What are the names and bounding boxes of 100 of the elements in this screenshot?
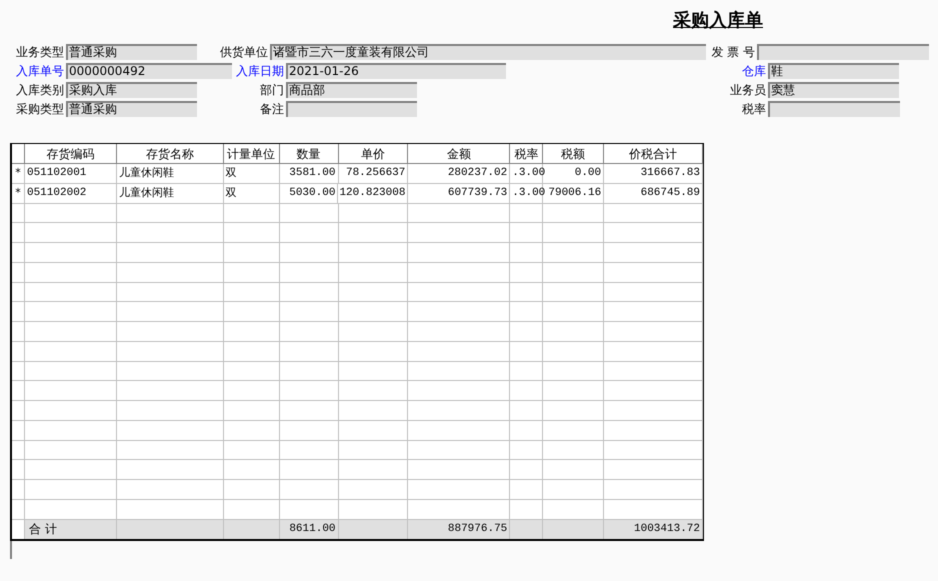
table-cell xyxy=(510,282,544,302)
table-cell xyxy=(543,440,604,460)
table-cell xyxy=(338,204,408,224)
table-cell xyxy=(338,401,408,421)
table-cell xyxy=(543,480,604,500)
table-cell: .3.00 xyxy=(510,164,544,184)
table-cell xyxy=(510,243,544,263)
table-cell: 316667.83 xyxy=(604,164,703,184)
table-cell xyxy=(224,440,280,460)
row-header-cell xyxy=(12,342,25,362)
column-header[interactable]: 税额 xyxy=(543,144,604,164)
text-field[interactable] xyxy=(768,101,900,117)
text-field[interactable]: 采购入库 xyxy=(66,82,197,98)
field-label: 发 票 号 xyxy=(710,44,756,61)
table-cell: 78.256637 xyxy=(338,164,408,184)
row-header-cell xyxy=(12,420,25,440)
text-field[interactable]: 普通采购 xyxy=(66,101,197,117)
table-cell xyxy=(338,440,408,460)
document-title: 采购入库单 xyxy=(673,9,763,33)
table-cell: 051102001 xyxy=(24,164,117,184)
row-header-cell xyxy=(12,401,25,421)
table-cell: 0.00 xyxy=(543,164,604,184)
table-cell xyxy=(280,322,339,342)
table-cell xyxy=(543,302,604,322)
table-cell xyxy=(543,243,604,263)
text-field[interactable]: 普通采购 xyxy=(66,44,197,60)
table-cell xyxy=(224,362,280,382)
text-field[interactable]: 鞋 xyxy=(768,63,899,79)
table-cell xyxy=(280,282,339,302)
total-cell: 1003413.72 xyxy=(604,520,704,538)
table-cell xyxy=(510,262,544,282)
field-label: 部门 xyxy=(259,82,285,99)
table-cell xyxy=(224,420,280,440)
table-cell: 儿童休闲鞋 xyxy=(116,184,224,204)
table-cell xyxy=(543,381,604,401)
table-cell: 5030.00 xyxy=(280,184,338,204)
table-cell xyxy=(224,262,280,282)
table-cell xyxy=(224,223,280,243)
table-cell xyxy=(543,342,604,362)
table-cell xyxy=(510,322,544,342)
row-header-cell xyxy=(12,223,25,243)
table-cell xyxy=(280,243,339,263)
column-header[interactable]: 金额 xyxy=(408,144,510,164)
table-cell: 280237.02 xyxy=(408,164,510,184)
text-field[interactable]: 诸暨市三六一度童装有限公司 xyxy=(270,44,706,60)
column-header[interactable]: 存货编码 xyxy=(24,144,117,164)
row-header-cell xyxy=(12,381,25,401)
table-cell xyxy=(338,460,408,480)
table-cell xyxy=(280,420,339,440)
table-cell: 120.823008 xyxy=(338,184,408,204)
table-cell xyxy=(510,460,544,480)
text-field[interactable] xyxy=(757,44,929,60)
field-label: 业务员 xyxy=(729,82,767,99)
table-cell xyxy=(224,401,280,421)
table-cell: 儿童休闲鞋 xyxy=(116,164,224,184)
field-label: 税率 xyxy=(741,101,767,118)
table-cell: .3.00 xyxy=(510,184,544,204)
field-label: 入库日期 xyxy=(235,63,285,80)
column-header[interactable]: 存货名称 xyxy=(116,144,224,164)
field-label: 备注 xyxy=(259,101,285,118)
text-field[interactable]: 窦慧 xyxy=(768,82,899,98)
table-cell xyxy=(338,420,408,440)
table-cell xyxy=(224,282,280,302)
table-cell xyxy=(543,362,604,382)
column-header[interactable]: 价税合计 xyxy=(604,144,704,164)
table-cell xyxy=(510,381,544,401)
text-field[interactable]: 2021-01-26 xyxy=(286,63,506,79)
table-cell xyxy=(543,262,604,282)
table-cell xyxy=(338,381,408,401)
table-cell xyxy=(280,480,339,500)
table-cell xyxy=(338,262,408,282)
column-header[interactable]: 计量单位 xyxy=(224,144,280,164)
table-cell: 双 xyxy=(224,184,280,204)
table-cell xyxy=(280,204,339,224)
table-cell xyxy=(543,401,604,421)
table-cell xyxy=(338,362,408,382)
column-header[interactable]: 单价 xyxy=(338,144,408,164)
table-cell xyxy=(338,302,408,322)
row-header-cell xyxy=(12,362,25,382)
field-label: 供货单位 xyxy=(219,44,269,61)
field-label: 入库单号 xyxy=(15,63,65,80)
table-cell xyxy=(224,480,280,500)
table-cell xyxy=(543,420,604,440)
column-header[interactable]: 税率 xyxy=(510,144,544,164)
table-cell xyxy=(510,302,544,322)
table-cell xyxy=(543,282,604,302)
column-header[interactable]: 数量 xyxy=(280,144,339,164)
text-field[interactable]: 商品部 xyxy=(286,82,417,98)
table-cell xyxy=(224,204,280,224)
total-label: 合 计 xyxy=(24,520,117,538)
table-cell xyxy=(543,322,604,342)
text-field[interactable] xyxy=(286,101,417,117)
field-label: 业务类型 xyxy=(15,44,65,61)
table-cell xyxy=(280,342,339,362)
table-cell: 051102002 xyxy=(24,184,117,204)
table-cell xyxy=(510,362,544,382)
table-cell xyxy=(224,302,280,322)
table-cell xyxy=(338,322,408,342)
text-field[interactable]: 0000000492 xyxy=(66,63,232,79)
table-cell: 607739.73 xyxy=(408,184,510,204)
